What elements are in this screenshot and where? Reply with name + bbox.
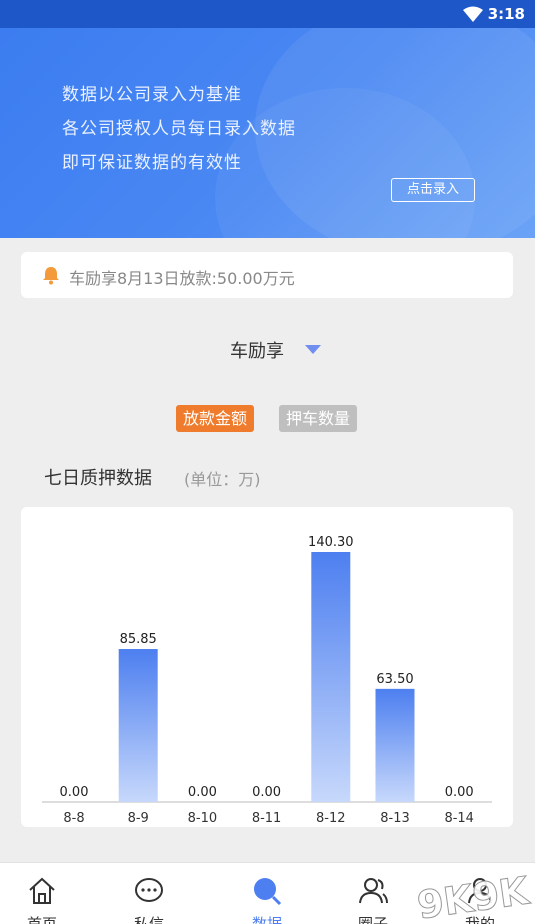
nav-label-messages: 私信 [133, 915, 164, 924]
value-label-8-9: 85.85 [120, 632, 157, 647]
nav-label-home: 首页 [26, 915, 57, 924]
tab-loan-amount[interactable]: 放款金额 [176, 405, 255, 432]
bar-chart: 0.00 8-8 85.85 8-9 0.00 8-10 0.00 8-11 140.30 8-1… [42, 535, 492, 826]
tick-label-8-14: 8-14 [444, 811, 474, 826]
tick-label-8-13: 8-13 [380, 811, 410, 826]
chart-title: 七日质押数据 [44, 468, 152, 489]
bar-8-13[interactable] [375, 688, 415, 802]
nav-label-data: 数据 [251, 915, 282, 924]
nav-item-home[interactable]: 首页 [2, 863, 82, 924]
wifi-icon [463, 6, 483, 22]
banner-line-1: 数据以公司录入为基准 [62, 85, 242, 105]
value-label-8-11: 0.00 [252, 785, 281, 800]
users-icon [359, 878, 388, 904]
value-label-8-8: 0.00 [60, 785, 89, 800]
value-label-8-13: 63.50 [376, 672, 413, 687]
caret-down-icon [305, 345, 321, 354]
notice-bar: 车励享8月13日放款:50.00万元 [21, 252, 513, 298]
tick-label-8-8: 8-8 [63, 811, 84, 826]
bell-icon [43, 267, 59, 285]
home-icon [29, 877, 55, 904]
status-bar: 3:18 [0, 0, 535, 28]
bar-8-12[interactable] [311, 552, 351, 802]
tick-label-8-9: 8-9 [128, 811, 149, 826]
tick-label-8-12: 8-12 [316, 811, 346, 826]
bar-8-9[interactable] [118, 649, 158, 802]
nav-item-messages[interactable]: 私信 [109, 863, 189, 924]
banner-line-2: 各公司授权人员每日录入数据 [62, 119, 296, 139]
notice-text: 车励享8月13日放款:50.00万元 [69, 269, 295, 288]
chart-card: 0.00 8-8 85.85 8-9 0.00 8-10 0.00 8-11 140.30 8-1… [21, 507, 513, 827]
chart-unit: (单位：万) [184, 470, 261, 489]
company-selector[interactable]: 车励享 [230, 337, 321, 363]
tick-label-8-10: 8-10 [188, 811, 218, 826]
tab-pledge-count[interactable]: 押车数量 [279, 405, 358, 432]
nav-item-data[interactable]: 数据 [227, 863, 307, 924]
nav-item-circle[interactable]: 圈子 [333, 863, 413, 924]
status-time: 3:18 [487, 5, 525, 23]
enter-data-button[interactable]: 点击录入 [391, 178, 475, 202]
tick-label-8-11: 8-11 [252, 811, 282, 826]
search-icon [254, 878, 282, 906]
value-label-8-10: 0.00 [188, 785, 217, 800]
nav-label-circle: 圈子 [357, 915, 388, 924]
company-selector-value: 车励享 [230, 341, 284, 362]
chat-icon [135, 878, 163, 902]
value-label-8-14: 0.00 [445, 785, 474, 800]
value-label-8-12: 140.30 [308, 535, 354, 550]
banner: 数据以公司录入为基准 各公司授权人员每日录入数据 即可保证数据的有效性 点击录入 [0, 28, 535, 238]
banner-line-3: 即可保证数据的有效性 [62, 153, 242, 173]
